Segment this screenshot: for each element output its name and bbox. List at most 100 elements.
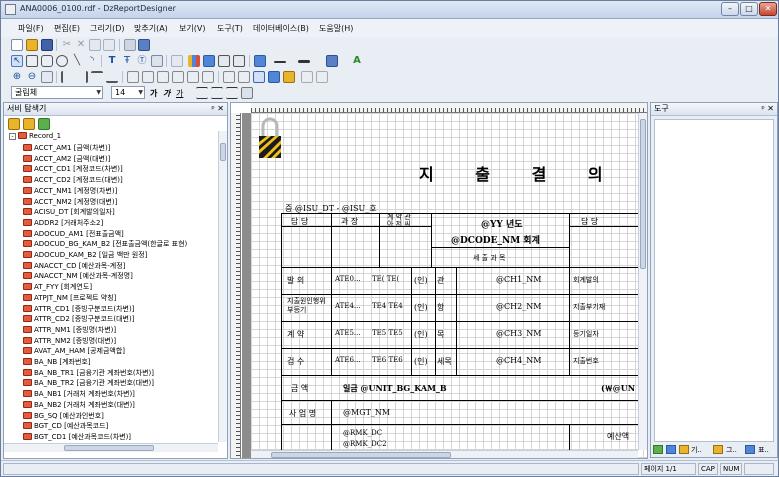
collapse-icon[interactable]: - — [9, 133, 16, 140]
open-icon[interactable] — [26, 39, 38, 51]
canvas-vscroll[interactable] — [638, 113, 647, 450]
grid-toggle-icon[interactable] — [253, 71, 265, 83]
send-back-icon[interactable] — [238, 71, 250, 83]
menu-align[interactable]: 맞추기(A) — [134, 23, 168, 34]
tree-field-item[interactable]: ADDR2 [거래처주소2] — [23, 218, 103, 228]
image-tool-icon[interactable] — [151, 55, 163, 67]
cut-icon[interactable]: ✂ — [61, 39, 73, 51]
tree-field-item[interactable]: BA_NB1 [거래처 계좌번호(차변)] — [23, 389, 135, 399]
fill-color-icon[interactable] — [254, 55, 266, 67]
text-align-center-icon[interactable] — [211, 87, 223, 99]
rounded-rect-tool-icon[interactable] — [41, 55, 53, 67]
italic-button[interactable]: 가 — [163, 88, 170, 99]
minimize-button[interactable]: – — [721, 2, 739, 16]
font-color-icon[interactable]: A — [351, 55, 363, 67]
tab-1[interactable]: 기.. — [691, 445, 702, 455]
menu-view[interactable]: 보기(V) — [179, 23, 205, 34]
space-h-icon[interactable] — [172, 71, 184, 83]
add-field-icon[interactable] — [38, 118, 50, 130]
zoom-in-icon[interactable]: ⊕ — [11, 71, 23, 83]
field-text-tool-icon[interactable]: Ŧ — [121, 55, 133, 67]
menu-database[interactable]: 데이터베이스(B) — [253, 23, 309, 34]
align-right-icon[interactable] — [76, 71, 88, 83]
tree-field-item[interactable]: AVAT_AM_HAM [공제금액합] — [23, 346, 125, 356]
tree-field-item[interactable]: ATTR_CD1 [증빙구분코드(차변)] — [23, 304, 134, 314]
explorer-vscroll[interactable] — [218, 131, 227, 442]
tree-field-item[interactable]: ANACCT_NM [예산과목-계정명] — [23, 271, 133, 281]
copy-icon[interactable] — [89, 39, 101, 51]
align-left-icon[interactable] — [61, 71, 73, 83]
text-tool-icon[interactable]: T — [106, 55, 118, 67]
tree-field-item[interactable]: ACCT_AM2 [금액(대변)] — [23, 154, 110, 164]
close-button[interactable]: ✕ — [759, 2, 777, 16]
zoom-fit-icon[interactable] — [41, 71, 53, 83]
refresh-icon[interactable] — [8, 118, 20, 130]
paste-icon[interactable] — [103, 39, 115, 51]
save-icon[interactable] — [41, 39, 53, 51]
tree-field-item[interactable]: BGT_CD [예산과목코드] — [23, 421, 108, 431]
tree-field-item[interactable]: BA_NB2 [거래처 계좌번호(대변)] — [23, 400, 135, 410]
tab-search-icon[interactable] — [666, 445, 676, 454]
subreport-icon[interactable] — [171, 55, 183, 67]
tree-field-item[interactable]: BA_NB [계좌번호] — [23, 357, 91, 367]
center-h-icon[interactable] — [202, 71, 214, 83]
explorer-hscroll[interactable] — [4, 443, 218, 452]
rectangle-tool-icon[interactable] — [26, 55, 38, 67]
underline-button[interactable]: 가 — [176, 88, 183, 99]
tree-field-item[interactable]: BA_NB_TR1 [금융기관 계좌번호(차변)] — [23, 368, 154, 378]
tree-field-item[interactable]: ADOCUD_KAM_B2 [일금 백만 원정] — [23, 250, 147, 260]
group-icon[interactable] — [301, 71, 313, 83]
delete-icon[interactable]: ✕ — [75, 39, 87, 51]
text-justify-icon[interactable] — [241, 87, 253, 99]
tree-field-item[interactable]: ATTR_CD2 [증빙구분코드(대변)] — [23, 314, 134, 324]
tools-pin-close[interactable]: ᵖ ✕ — [761, 103, 774, 115]
menu-edit[interactable]: 편집(E) — [54, 23, 80, 34]
same-size-icon[interactable] — [157, 71, 169, 83]
font-name-select[interactable]: 굴림체 ▼ — [11, 86, 103, 99]
tree-field-item[interactable]: ACCT_NM1 [계정명(차변)] — [23, 186, 117, 196]
align-top-icon[interactable] — [91, 71, 103, 83]
bold-button[interactable]: 가 — [150, 88, 157, 99]
grid-tool-icon[interactable] — [233, 55, 245, 67]
same-width-icon[interactable] — [127, 71, 139, 83]
tree-field-item[interactable]: ADOCUD_BG_KAM_B2 [전표출금액(한글로 표현) — [23, 239, 187, 249]
tab-props-icon[interactable] — [679, 445, 689, 454]
line-width-icon[interactable] — [298, 60, 310, 63]
report-page[interactable]: 지 출 결 의 서 증 @ISU_DT - @ISU_호 — [251, 113, 647, 458]
space-v-icon[interactable] — [187, 71, 199, 83]
font-size-select[interactable]: 14 ▼ — [111, 86, 145, 99]
tree-field-item[interactable]: AT_FYY [회계연도] — [23, 282, 92, 292]
folder-icon[interactable] — [23, 118, 35, 130]
preview-icon[interactable] — [138, 39, 150, 51]
tab-3[interactable]: 표.. — [758, 445, 769, 455]
menu-file[interactable]: 파일(F) — [18, 23, 44, 34]
chart-tool-icon[interactable] — [188, 55, 200, 67]
properties-icon[interactable] — [283, 71, 295, 83]
tab-tools-icon[interactable] — [653, 445, 663, 454]
select-pointer-icon[interactable]: ↖ — [11, 55, 23, 67]
tree-field-item[interactable]: BA_NB_TR2 [금융기관 계좌번호(대변)] — [23, 378, 154, 388]
menu-draw[interactable]: 그리기(D) — [90, 23, 124, 34]
new-icon[interactable] — [11, 39, 23, 51]
report-canvas[interactable]: 지 출 결 의 서 증 @ISU_DT - @ISU_호 — [230, 102, 648, 459]
tab-2[interactable]: 그.. — [726, 445, 737, 455]
arc-tool-icon[interactable]: ◝ — [86, 55, 98, 67]
tree-field-item[interactable]: ACCT_NM2 [계정명(대변)] — [23, 197, 117, 207]
explorer-pin-close[interactable]: ᵖ ✕ — [211, 103, 224, 115]
tree-field-item[interactable]: BGT_CD1 [예산과목코드(차변)] — [23, 432, 131, 442]
tree-field-item[interactable]: ADOCUD_AM1 [전표출금액] — [23, 229, 124, 239]
tree-field-item[interactable]: ACCT_CD1 [계정코드(차변)] — [23, 164, 123, 174]
ellipse-tool-icon[interactable] — [56, 55, 68, 67]
zoom-out-icon[interactable]: ⊖ — [26, 71, 38, 83]
canvas-hscroll[interactable] — [251, 450, 638, 458]
tree-root[interactable]: - Record_1 — [9, 131, 61, 141]
ungroup-icon[interactable] — [316, 71, 328, 83]
menu-help[interactable]: 도움말(H) — [319, 23, 353, 34]
text-align-left-icon[interactable] — [196, 87, 208, 99]
text-align-right-icon[interactable] — [226, 87, 238, 99]
tree-field-item[interactable]: ACCT_CD2 [계정코드(대변)] — [23, 175, 123, 185]
background-color-icon[interactable] — [326, 55, 338, 67]
snap-grid-icon[interactable] — [268, 71, 280, 83]
line-tool-icon[interactable]: ╲ — [71, 55, 83, 67]
menu-tools[interactable]: 도구(T) — [217, 23, 243, 34]
